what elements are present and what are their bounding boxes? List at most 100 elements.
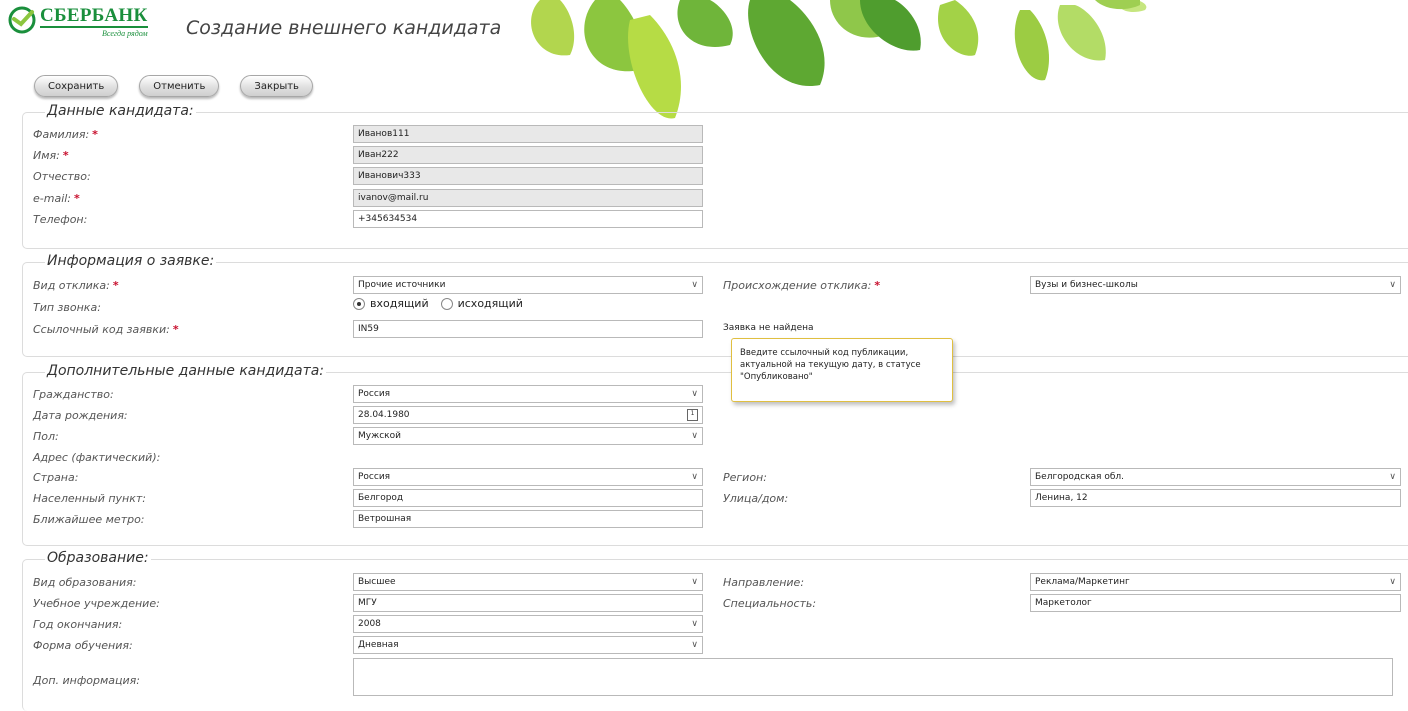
response-origin-value: Вузы и бизнес-школы (1035, 280, 1138, 290)
metro-field[interactable]: Ветрошная (353, 510, 703, 528)
edu-type-select[interactable]: Высшее ∨ (353, 573, 703, 591)
country-value: Россия (358, 472, 391, 482)
brand-name: СБЕРБАНК (40, 5, 148, 28)
ref-code-label: Ссылочный код заявки: (33, 323, 170, 336)
address-row: Адрес (фактический): (23, 448, 1408, 468)
specialty-field[interactable]: Маркетолог (1030, 594, 1401, 612)
sberbank-logo: СБЕРБАНК Всегда рядом (8, 6, 148, 38)
phone-field[interactable]: +345634534 (353, 210, 703, 228)
required-marker: * (62, 149, 69, 162)
save-button[interactable]: Сохранить (34, 75, 119, 97)
extra-info-label: Доп. информация: (33, 674, 140, 687)
first-name-label: Имя: (33, 149, 60, 162)
application-section-title: Информация о заявке: (45, 253, 217, 269)
city-label: Населенный пункт: (33, 492, 146, 505)
phone-label: Телефон: (33, 213, 88, 226)
chevron-down-icon: ∨ (691, 577, 698, 587)
first-name-row: Имя: * Иван222 (23, 146, 1408, 166)
metro-row: Ближайшее метро: Ветрошная (23, 510, 1408, 530)
calendar-icon[interactable]: 1 (687, 409, 698, 421)
last-name-field[interactable]: Иванов111 (353, 125, 703, 143)
study-form-value: Дневная (358, 640, 399, 650)
country-row: Страна: Россия ∨ Регион: Белгородская об… (23, 468, 1408, 488)
country-label: Страна: (33, 471, 79, 484)
response-origin-select[interactable]: Вузы и бизнес-школы ∨ (1030, 276, 1401, 294)
required-marker: * (112, 279, 119, 292)
call-type-row: Тип звонка: входящий исходящий (23, 296, 1408, 316)
education-section-title: Образование: (45, 550, 151, 566)
gender-row: Пол: Мужской ∨ (23, 427, 1408, 447)
street-field[interactable]: Ленина, 12 (1030, 489, 1401, 507)
brand-slogan: Всегда рядом (102, 29, 148, 38)
required-marker: * (74, 192, 80, 205)
extra-info-textarea[interactable] (353, 658, 1393, 696)
additional-section-title: Дополнительные данные кандидата: (45, 363, 327, 379)
header: СБЕРБАНК Всегда рядом Создание внешнего … (0, 0, 1408, 119)
ref-code-tooltip: Введите ссылочный код публикации, актуал… (731, 338, 953, 402)
direction-label: Направление: (723, 576, 805, 589)
edu-type-label: Вид образования: (33, 576, 137, 589)
citizenship-label: Гражданство: (33, 388, 114, 401)
address-label: Адрес (фактический): (33, 451, 161, 464)
ref-code-field[interactable]: IN59 (353, 320, 703, 338)
middle-name-label: Отчество: (33, 170, 91, 183)
required-marker: * (92, 128, 98, 141)
direction-select[interactable]: Реклама/Маркетинг ∨ (1030, 573, 1401, 591)
metro-label: Ближайшее метро: (33, 513, 145, 526)
sberbank-logo-icon (8, 6, 36, 34)
response-type-label: Вид отклика: (33, 279, 110, 292)
page-title: Создание внешнего кандидата (186, 17, 502, 39)
first-name-field[interactable]: Иван222 (353, 146, 703, 164)
application-section: Информация о заявке: Вид отклика: * Прочи… (22, 253, 1408, 357)
close-button[interactable]: Закрыть (240, 75, 313, 97)
call-incoming-label[interactable]: входящий (370, 297, 429, 310)
grad-year-select[interactable]: 2008 ∨ (353, 615, 703, 633)
response-type-select[interactable]: Прочие источники ∨ (353, 276, 703, 294)
city-field[interactable]: Белгород (353, 489, 703, 507)
middle-name-field[interactable]: Иванович333 (353, 167, 703, 185)
citizenship-select[interactable]: Россия ∨ (353, 385, 703, 403)
call-incoming-radio[interactable] (353, 297, 365, 310)
gender-select[interactable]: Мужской ∨ (353, 427, 703, 445)
cancel-button[interactable]: Отменить (139, 75, 220, 97)
citizenship-row: Гражданство: Россия ∨ (23, 385, 1408, 405)
education-section: Образование: Вид образования: Высшее ∨ Н… (22, 550, 1408, 711)
edu-type-value: Высшее (358, 577, 396, 587)
grad-year-row: Год окончания: 2008 ∨ (23, 615, 1408, 635)
required-marker: * (172, 323, 179, 336)
candidate-section-title: Данные кандидата: (45, 103, 196, 119)
grad-year-value: 2008 (358, 619, 381, 629)
institution-field[interactable]: МГУ (353, 594, 703, 612)
leaves-decoration (531, 0, 1147, 119)
chevron-down-icon: ∨ (691, 431, 698, 441)
gender-label: Пол: (33, 430, 59, 443)
study-form-select[interactable]: Дневная ∨ (353, 636, 703, 654)
birth-date-field[interactable]: 28.04.1980 1 (353, 406, 703, 424)
email-field[interactable]: ivanov@mail.ru (353, 189, 703, 207)
citizenship-value: Россия (358, 389, 391, 399)
middle-name-row: Отчество: Иванович333 (23, 167, 1408, 187)
response-type-row: Вид отклика: * Прочие источники ∨ Происхо… (23, 276, 1408, 296)
birth-date-row: Дата рождения: 28.04.1980 1 (23, 406, 1408, 426)
region-label: Регион: (723, 471, 767, 484)
phone-row: Телефон: +345634534 (23, 210, 1408, 230)
call-outgoing-radio[interactable] (440, 297, 453, 310)
country-select[interactable]: Россия ∨ (353, 468, 703, 486)
ref-code-status: Заявка не найдена (723, 323, 814, 333)
chevron-down-icon: ∨ (1389, 577, 1396, 587)
additional-section: Дополнительные данные кандидата: Граждан… (22, 363, 1408, 546)
edu-type-row: Вид образования: Высшее ∨ Направление: Р… (23, 573, 1408, 593)
response-type-value: Прочие источники (358, 280, 446, 290)
toolbar: Сохранить Отменить Закрыть (34, 75, 313, 97)
email-row: e-mail: * ivanov@mail.ru (23, 189, 1408, 209)
last-name-row: Фамилия: * Иванов111 (23, 125, 1408, 145)
call-outgoing-label[interactable]: исходящий (458, 297, 523, 310)
specialty-label: Специальность: (723, 597, 817, 610)
study-form-label: Форма обучения: (33, 639, 133, 652)
birth-date-label: Дата рождения: (33, 409, 128, 422)
response-origin-label: Происхождение отклика: (723, 279, 872, 292)
birth-date-value: 28.04.1980 (358, 410, 410, 420)
study-form-row: Форма обучения: Дневная ∨ (23, 636, 1408, 656)
institution-row: Учебное учреждение: МГУ Специальность: М… (23, 594, 1408, 614)
region-select[interactable]: Белгородская обл. ∨ (1030, 468, 1401, 486)
